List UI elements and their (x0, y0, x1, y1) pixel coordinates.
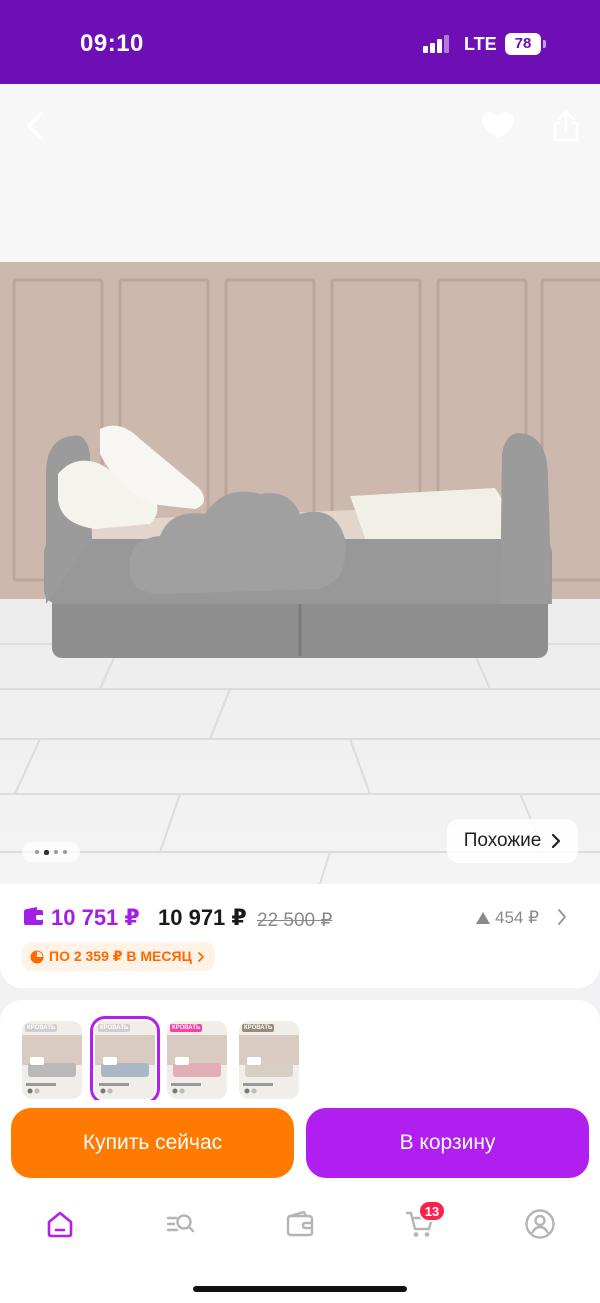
tab-wallet[interactable] (280, 1206, 320, 1242)
catalog-search-icon (166, 1214, 195, 1233)
product-gallery[interactable]: Похожие (0, 84, 600, 884)
home-icon (47, 1211, 73, 1238)
current-price: 10 971 ₽ (158, 905, 247, 930)
gallery-dot (63, 850, 67, 854)
product-page: 09:10 LTE 78 Похожие 10 751 ₽ 10 971 ₽ 2… (0, 0, 600, 1303)
similar-label: Похожие (463, 830, 542, 851)
chevron-right-icon (197, 951, 204, 962)
price-drop-value: 454 ₽ (495, 908, 539, 927)
variant-tag: КРОВАТЬ (98, 1024, 131, 1032)
wallet-price: 10 751 ₽ (51, 905, 140, 930)
share-button[interactable] (544, 104, 588, 148)
cart-count-badge: 13 (418, 1200, 446, 1222)
tab-bar: 13 (0, 1190, 600, 1303)
network-label: LTE (464, 34, 497, 54)
action-bar: Купить сейчас В корзину (0, 1100, 600, 1190)
status-time: 09:10 (80, 30, 144, 57)
gallery-dot (54, 850, 58, 854)
home-indicator (193, 1286, 407, 1292)
favorite-button[interactable] (476, 104, 520, 148)
tab-profile[interactable] (520, 1206, 560, 1242)
installment-label: ПО 2 359 ₽ В МЕСЯЦ (49, 948, 192, 964)
battery-level: 78 (505, 33, 541, 55)
chevron-right-icon[interactable] (556, 908, 568, 926)
variant-tag: КРОВАТЬ (170, 1024, 203, 1032)
price-card: 10 751 ₽ 10 971 ₽ 22 500 ₽ 454 ₽ ПО 2 35… (0, 884, 600, 988)
variant-thumbnail[interactable]: КРОВАТЬ (239, 1021, 299, 1099)
wallet-icon (286, 1210, 314, 1237)
variant-thumbnail[interactable]: КРОВАТЬ (22, 1021, 82, 1099)
status-bar: 09:10 LTE 78 (0, 0, 600, 84)
installment-badge[interactable]: ПО 2 359 ₽ В МЕСЯЦ (22, 942, 215, 971)
variant-thumbnail[interactable]: КРОВАТЬ (90, 1016, 160, 1104)
chevron-right-icon (552, 833, 561, 849)
tab-home[interactable] (40, 1206, 80, 1242)
similar-button[interactable]: Похожие (447, 819, 578, 863)
variant-tag: КРОВАТЬ (25, 1024, 58, 1032)
signal-icon (423, 35, 451, 53)
profile-icon (525, 1209, 555, 1239)
old-price: 22 500 ₽ (257, 910, 333, 931)
gallery-dot (35, 850, 39, 854)
chevron-left-icon (27, 112, 43, 140)
buy-now-button[interactable]: Купить сейчас (11, 1108, 294, 1178)
heart-icon (482, 112, 514, 139)
battery-icon: 78 (505, 33, 546, 55)
back-button[interactable] (14, 104, 58, 148)
gallery-dots (22, 842, 80, 862)
add-to-cart-button[interactable]: В корзину (306, 1108, 589, 1178)
share-icon (553, 110, 579, 142)
gallery-dot (44, 849, 49, 855)
price-drop[interactable]: 454 ₽ (476, 908, 539, 928)
variant-thumbnail[interactable]: КРОВАТЬ (167, 1021, 227, 1099)
pie-clock-icon (30, 950, 44, 963)
tab-catalog[interactable] (160, 1206, 200, 1242)
triangle-up-icon (476, 912, 490, 924)
variant-tag: КРОВАТЬ (242, 1024, 275, 1032)
wallet-icon (24, 907, 43, 925)
product-photo (0, 84, 600, 884)
